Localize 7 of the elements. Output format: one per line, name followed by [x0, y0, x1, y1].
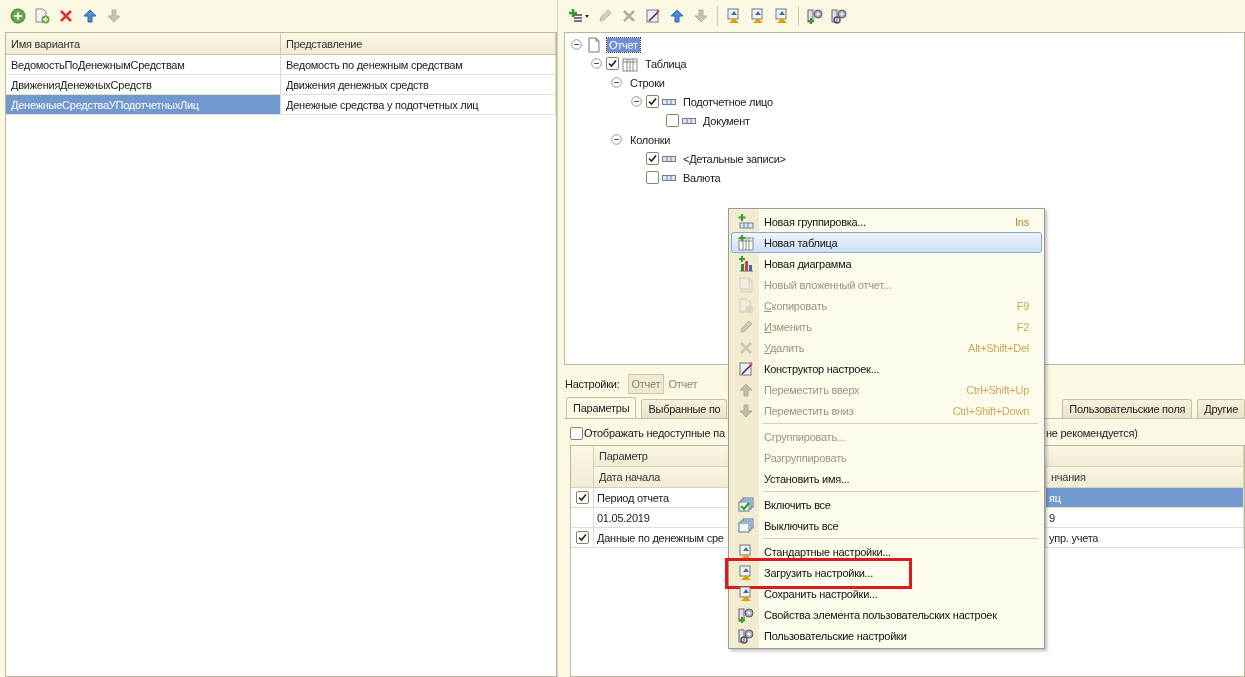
checkbox-label: не рекомендуется)	[1046, 427, 1139, 439]
settings-label: Настройки:	[565, 378, 620, 390]
checkbox-label: Отображать недоступные па	[584, 427, 725, 439]
table-cell: Денежные средства у подотчетных лиц	[281, 95, 556, 114]
table-cell: Движения денежных средств	[281, 75, 556, 94]
settings-value: Отчет	[668, 378, 698, 390]
table-cell: Ведомость по денежным средствам	[281, 55, 556, 74]
